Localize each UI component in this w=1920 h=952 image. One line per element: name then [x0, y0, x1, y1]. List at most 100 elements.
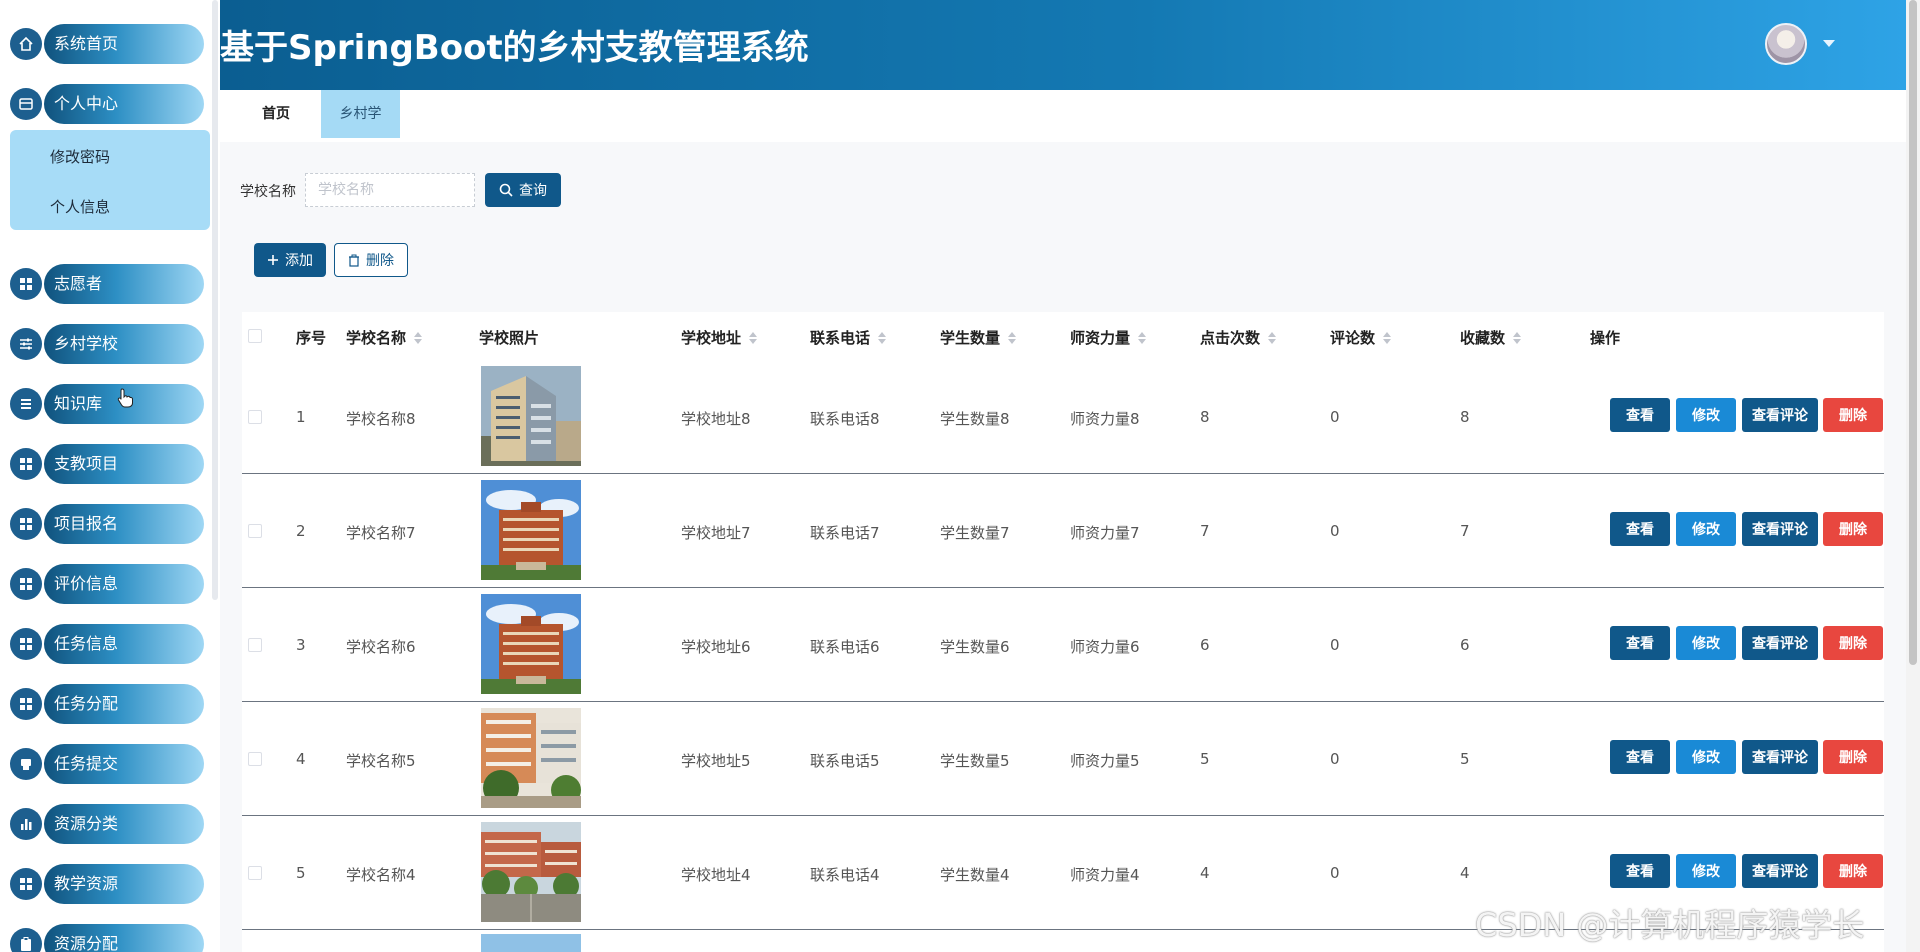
cell-address: 学校地址7 — [681, 524, 751, 542]
cell-comments: 0 — [1330, 864, 1340, 882]
sidebar-item-label: 系统首页 — [44, 24, 204, 64]
cell-clicks: 8 — [1200, 408, 1210, 426]
sort-icon[interactable] — [1383, 331, 1392, 344]
sidebar-item-personal-center[interactable]: 个人中心 — [10, 82, 204, 124]
cell-index: 4 — [296, 750, 306, 768]
delete-button[interactable]: 删除 — [1823, 398, 1883, 432]
view-button[interactable]: 查看 — [1610, 854, 1670, 888]
edit-button[interactable]: 修改 — [1676, 512, 1736, 546]
grid-icon — [10, 628, 42, 660]
edit-button[interactable]: 修改 — [1676, 398, 1736, 432]
view-button[interactable]: 查看 — [1610, 626, 1670, 660]
view-comments-button[interactable]: 查看评论 — [1742, 398, 1818, 432]
table-row: 1 学校名称8 学校地址8 联系电话8 学生数量8 师资力量8 8 0 8 查看… — [242, 360, 1884, 474]
col-school-photo: 学校照片 — [479, 329, 540, 347]
sidebar-item-teaching-resource[interactable]: 教学资源 — [10, 862, 204, 904]
col-school-address[interactable]: 学校地址 — [681, 327, 758, 348]
add-button[interactable]: 添加 — [254, 243, 326, 277]
view-button[interactable]: 查看 — [1610, 740, 1670, 774]
view-comments-button[interactable]: 查看评论 — [1742, 854, 1818, 888]
submenu-item-change-password[interactable]: 修改密码 — [50, 146, 110, 167]
row-checkbox[interactable] — [248, 410, 262, 424]
sidebar-item-volunteer[interactable]: 志愿者 — [10, 262, 204, 304]
sidebar-item-knowledge-base[interactable]: 知识库 — [10, 382, 204, 424]
sort-icon[interactable] — [878, 331, 887, 344]
sidebar-item-label: 乡村学校 — [44, 324, 204, 364]
sidebar-item-project-signup[interactable]: 项目报名 — [10, 502, 204, 544]
sidebar-item-resource-allocation[interactable]: 资源分配 — [10, 922, 204, 952]
sort-icon[interactable] — [1008, 331, 1017, 344]
delete-button[interactable]: 删除 — [1823, 512, 1883, 546]
tab-home[interactable]: 首页 — [250, 90, 302, 138]
sidebar-scrollbar[interactable] — [212, 0, 218, 600]
sidebar-item-task-submit[interactable]: 任务提交 — [10, 742, 204, 784]
school-photo — [481, 594, 581, 694]
col-label: 学校名称 — [346, 329, 407, 347]
plus-icon — [268, 255, 278, 265]
col-clicks[interactable]: 点击次数 — [1200, 327, 1277, 348]
sidebar-item-task-info[interactable]: 任务信息 — [10, 622, 204, 664]
sidebar-item-evaluation[interactable]: 评价信息 — [10, 562, 204, 604]
sidebar-item-home[interactable]: 系统首页 — [10, 22, 204, 64]
school-photo — [481, 366, 581, 466]
batch-delete-button[interactable]: 删除 — [334, 243, 408, 277]
search-icon — [499, 183, 513, 197]
col-comments[interactable]: 评论数 — [1330, 327, 1392, 348]
col-label: 师资力量 — [1070, 329, 1131, 347]
sort-icon[interactable] — [1513, 331, 1522, 344]
sidebar: 系统首页 个人中心 修改密码 个人信息 志愿者 乡村学校 知识库 支教项目 项目… — [0, 0, 220, 952]
sort-icon[interactable] — [414, 331, 423, 344]
school-photo — [481, 934, 581, 952]
tab-rural-school[interactable]: 乡村学校 — [321, 90, 400, 170]
submenu-item-personal-info[interactable]: 个人信息 — [50, 196, 110, 217]
delete-button[interactable]: 删除 — [1823, 854, 1883, 888]
sidebar-item-teaching-project[interactable]: 支教项目 — [10, 442, 204, 484]
col-school-name[interactable]: 学校名称 — [346, 327, 423, 348]
sidebar-item-rural-school[interactable]: 乡村学校 — [10, 322, 204, 364]
clipboard-icon — [10, 928, 42, 952]
cell-phone: 联系电话8 — [810, 410, 880, 428]
cell-school-name: 学校名称8 — [346, 410, 416, 428]
view-comments-button[interactable]: 查看评论 — [1742, 740, 1818, 774]
chevron-down-icon[interactable] — [1823, 40, 1835, 47]
cell-address: 学校地址8 — [681, 410, 751, 428]
row-checkbox[interactable] — [248, 752, 262, 766]
sort-icon[interactable] — [1138, 331, 1147, 344]
sort-icon[interactable] — [749, 331, 758, 344]
sidebar-item-task-assign[interactable]: 任务分配 — [10, 682, 204, 724]
view-button[interactable]: 查看 — [1610, 398, 1670, 432]
row-checkbox[interactable] — [248, 524, 262, 538]
row-checkbox[interactable] — [248, 638, 262, 652]
query-button[interactable]: 查询 — [485, 173, 561, 207]
page-scrollbar-thumb[interactable] — [1909, 0, 1917, 665]
table-header: 序号 学校名称 学校照片 学校地址 联系电话 学生数量 师资力量 点击次数 评论… — [242, 312, 1884, 360]
edit-button[interactable]: 修改 — [1676, 854, 1736, 888]
view-comments-button[interactable]: 查看评论 — [1742, 626, 1818, 660]
user-avatar[interactable] — [1765, 23, 1807, 65]
cell-address: 学校地址5 — [681, 752, 751, 770]
select-all-checkbox[interactable] — [248, 329, 262, 343]
view-comments-button[interactable]: 查看评论 — [1742, 512, 1818, 546]
sidebar-item-resource-category[interactable]: 资源分类 — [10, 802, 204, 844]
col-phone[interactable]: 联系电话 — [810, 327, 887, 348]
cell-address: 学校地址4 — [681, 866, 751, 884]
batch-delete-label: 删除 — [366, 253, 394, 269]
col-label: 收藏数 — [1460, 329, 1506, 347]
cell-comments: 0 — [1330, 408, 1340, 426]
sort-icon[interactable] — [1268, 331, 1277, 344]
col-students[interactable]: 学生数量 — [940, 327, 1017, 348]
delete-button[interactable]: 删除 — [1823, 626, 1883, 660]
edit-button[interactable]: 修改 — [1676, 740, 1736, 774]
sidebar-item-label: 任务信息 — [44, 624, 204, 664]
row-checkbox[interactable] — [248, 866, 262, 880]
edit-button[interactable]: 修改 — [1676, 626, 1736, 660]
col-favorites[interactable]: 收藏数 — [1460, 327, 1522, 348]
delete-button[interactable]: 删除 — [1823, 740, 1883, 774]
school-name-search-input[interactable] — [305, 173, 475, 207]
main-content: 学校名称 查询 添加 删除 序号 学校名称 学校照片 学校地址 联系电话 学生数… — [220, 142, 1906, 952]
cell-index: 1 — [296, 408, 306, 426]
view-button[interactable]: 查看 — [1610, 512, 1670, 546]
sidebar-item-label: 资源分类 — [44, 804, 204, 844]
cell-clicks: 5 — [1200, 750, 1210, 768]
col-teachers[interactable]: 师资力量 — [1070, 327, 1147, 348]
